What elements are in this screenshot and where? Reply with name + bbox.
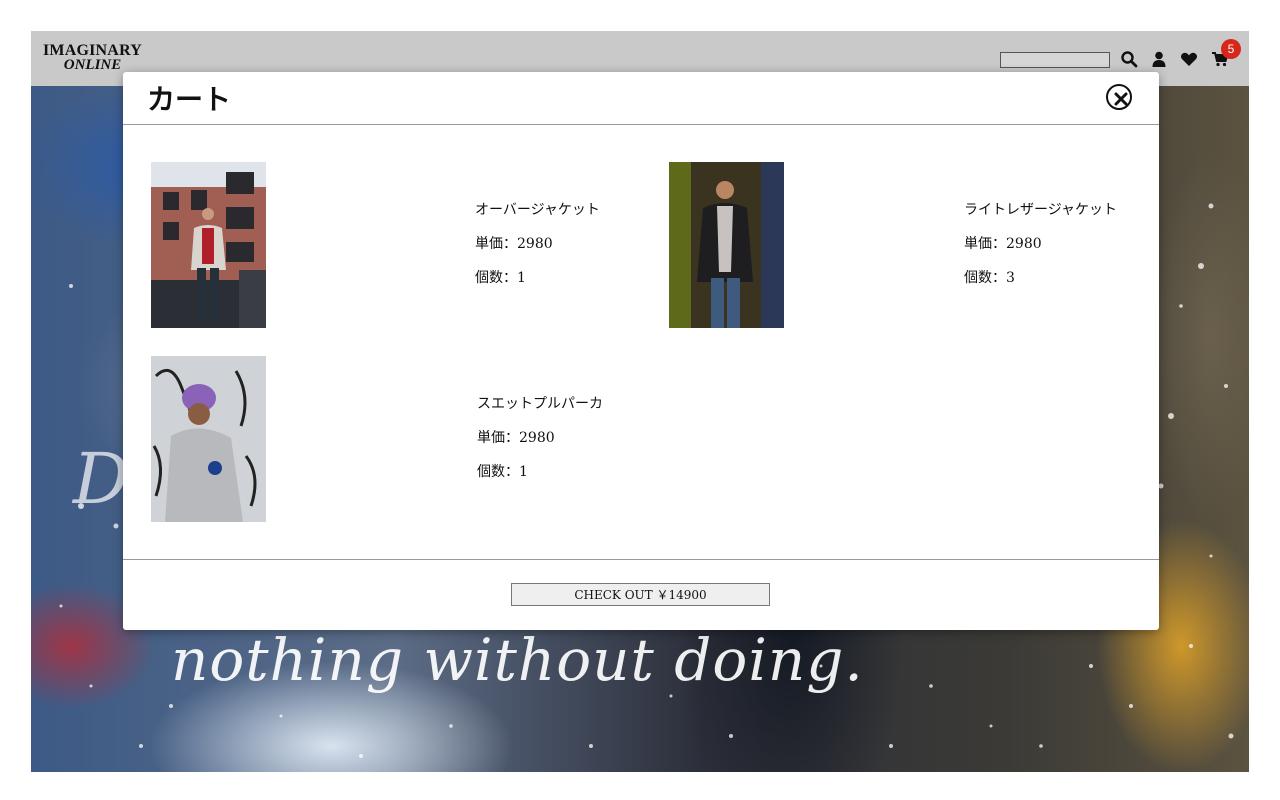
modal-divider-top (123, 124, 1159, 125)
heart-icon[interactable] (1180, 50, 1198, 68)
checkout-button[interactable]: CHECK OUT ￥14900 (511, 583, 770, 606)
cart-item-info: スエットプルパーカ 単価：2980 個数：1 (477, 396, 603, 498)
search-input[interactable] (1000, 52, 1110, 68)
hero-tagline: nothing without doing. (171, 626, 864, 694)
cart-item-qty: 個数：3 (964, 270, 1015, 286)
cart-item-name: オーバージャケット (475, 202, 600, 218)
product-image-sweat-pullover-hoodie[interactable] (151, 356, 266, 522)
hero-partial-letter: D (73, 438, 130, 520)
logo-line-1: IMAGINARY (43, 42, 143, 59)
cart-item-info: ライトレザージャケット 単価：2980 個数：3 (964, 202, 1117, 304)
cart-item-qty: 個数：1 (475, 270, 526, 286)
cart-item-info: オーバージャケット 単価：2980 個数：1 (475, 202, 600, 304)
product-image-over-jacket[interactable] (151, 162, 266, 328)
cart-modal: カート オーバージャケット 単価：2980 個数：1 ライトレザージャケット 単… (123, 72, 1159, 630)
cart-item-price: 単価：2980 (964, 236, 1042, 252)
user-icon[interactable] (1150, 50, 1168, 68)
search-icon[interactable] (1120, 50, 1138, 68)
close-button[interactable] (1106, 84, 1132, 110)
cart-count-badge: 5 (1221, 39, 1241, 59)
site-logo[interactable]: IMAGINARY ONLINE (43, 43, 142, 73)
product-image-light-leather-jacket[interactable] (669, 162, 784, 328)
cart-item-name: ライトレザージャケット (964, 202, 1118, 218)
logo-line-2: ONLINE (63, 57, 122, 73)
modal-title: カート (147, 83, 232, 116)
cart-item-price: 単価：2980 (475, 236, 553, 252)
cart-item-name: スエットプルパーカ (477, 396, 603, 412)
cart-item-qty: 個数：1 (477, 464, 528, 480)
cart-item-price: 単価：2980 (477, 430, 555, 446)
modal-divider-bottom (123, 559, 1159, 560)
close-icon (1114, 92, 1128, 106)
